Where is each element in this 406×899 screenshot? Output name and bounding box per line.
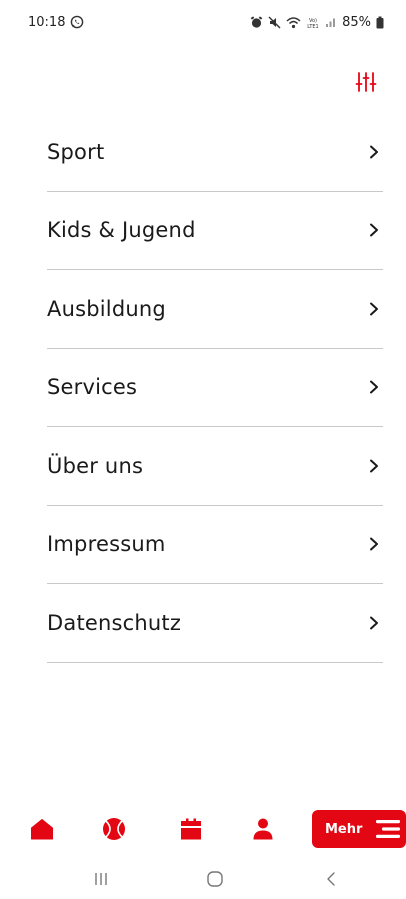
status-right: Vo) LTE1 85% (250, 15, 384, 30)
menu-item-services[interactable]: Services (47, 349, 383, 427)
profile-icon (253, 818, 273, 840)
bottom-nav: Mehr (0, 806, 406, 852)
nav-more-label: Mehr (325, 821, 363, 837)
menu-item-datenschutz[interactable]: Datenschutz (47, 584, 383, 663)
menu-item-ausbildung[interactable]: Ausbildung (47, 270, 383, 349)
home-icon (31, 819, 53, 840)
system-nav (0, 858, 406, 899)
mute-icon (268, 16, 281, 28)
nav-sport-button[interactable] (92, 806, 136, 852)
nav-calendar-button[interactable] (169, 806, 213, 852)
volte-icon: Vo) LTE1 (307, 18, 319, 29)
status-time: 10:18 (28, 14, 66, 30)
home-circle-icon (207, 871, 223, 887)
nav-profile-button[interactable] (241, 806, 285, 852)
menu-item-label: Ausbildung (47, 296, 166, 321)
chevron-right-icon (370, 223, 378, 237)
status-bar: 10:18 Vo) LTE1 85% (0, 0, 406, 44)
recent-apps-button[interactable] (81, 864, 121, 894)
nav-home-button[interactable] (20, 806, 64, 852)
alarm-icon (250, 15, 263, 28)
wifi-icon (286, 16, 301, 28)
chevron-right-icon (370, 380, 378, 394)
battery-icon (376, 16, 384, 28)
menu-item-ueber-uns[interactable]: Über uns (47, 427, 383, 506)
status-left: 10:18 (28, 15, 84, 30)
back-button[interactable] (311, 864, 351, 894)
calendar-icon (181, 818, 201, 840)
recent-apps-icon (95, 873, 107, 885)
signal-icon (326, 18, 336, 27)
menu-item-label: Services (47, 375, 138, 400)
settings-button[interactable] (352, 68, 380, 96)
menu-list: Sport Kids & Jugend Ausbildung Services … (47, 113, 383, 663)
sliders-icon (355, 72, 377, 92)
menu-item-sport[interactable]: Sport (47, 113, 383, 192)
back-icon (327, 872, 335, 886)
chevron-right-icon (370, 459, 378, 473)
menu-item-label: Kids & Jugend (47, 218, 196, 243)
whatsapp-icon (71, 15, 84, 29)
svg-text:LTE1: LTE1 (307, 24, 319, 29)
chevron-right-icon (370, 537, 378, 551)
chevron-right-icon (370, 302, 378, 316)
menu-item-label: Sport (47, 139, 105, 164)
menu-item-label: Impressum (47, 532, 166, 557)
menu-item-label: Über uns (47, 453, 144, 478)
menu-icon (376, 820, 401, 838)
home-button[interactable] (195, 864, 235, 894)
chevron-right-icon (370, 145, 378, 159)
ball-icon (103, 818, 125, 840)
menu-item-impressum[interactable]: Impressum (47, 506, 383, 584)
battery-percent: 85% (342, 14, 371, 30)
chevron-right-icon (370, 616, 378, 630)
menu-item-kids-jugend[interactable]: Kids & Jugend (47, 192, 383, 270)
menu-item-label: Datenschutz (47, 610, 182, 635)
nav-more-button[interactable]: Mehr (312, 810, 406, 848)
